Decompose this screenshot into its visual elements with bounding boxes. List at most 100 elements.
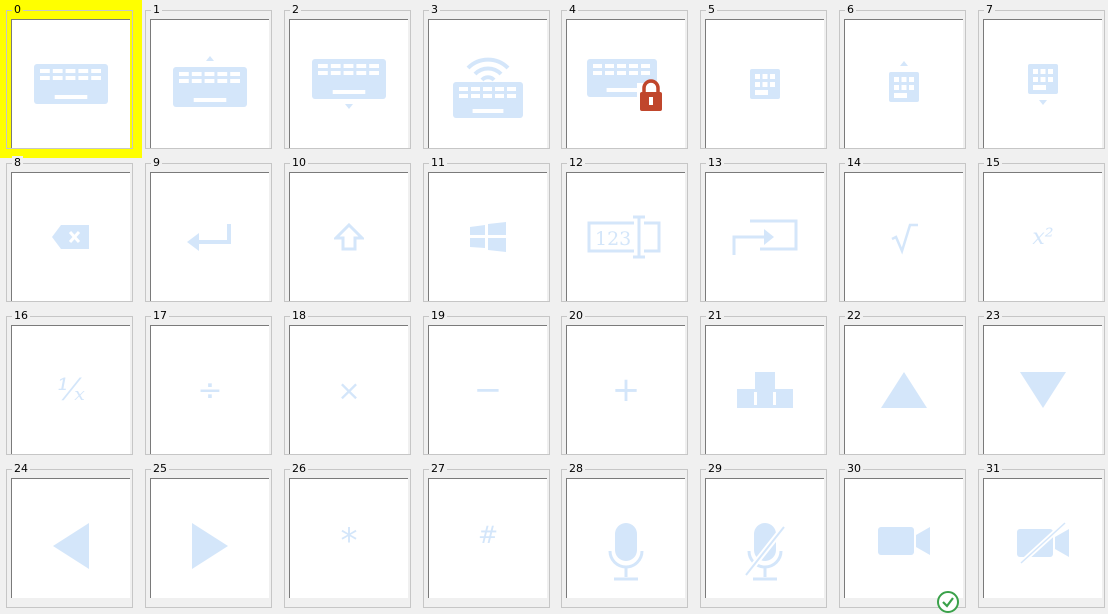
triangle-right-icon <box>190 521 230 571</box>
keypad-icon <box>745 64 785 104</box>
icon-cell[interactable]: 7 <box>972 0 1108 153</box>
icon-cell[interactable]: 5 <box>694 0 833 153</box>
icon-cell[interactable]: 29 <box>694 459 833 608</box>
cell-index-label: 15 <box>984 156 1002 169</box>
square-root-icon <box>884 217 924 257</box>
microphone-off-icon <box>742 521 788 583</box>
icon-cell[interactable]: 31 <box>972 459 1108 608</box>
icon-cell[interactable]: 14 <box>833 153 972 306</box>
icon-tile[interactable]: ÷ <box>150 325 269 454</box>
icon-tile[interactable] <box>983 478 1102 598</box>
icon-tile[interactable]: × <box>289 325 408 454</box>
cell-index-label: 13 <box>706 156 724 169</box>
icon-tile[interactable] <box>983 325 1102 454</box>
triangle-up-icon <box>879 370 929 410</box>
cell-index-label: 30 <box>845 462 863 475</box>
icon-tile[interactable] <box>11 478 130 598</box>
icon-grid: 0123 4 5678 9 10 11 12 123 13 14 15 x² 16 ¹⁄… <box>0 0 1108 613</box>
icon-cell[interactable]: 19 − <box>417 306 556 459</box>
icon-cell[interactable]: 10 <box>278 153 417 306</box>
cell-index-label: 22 <box>845 309 863 322</box>
keyboard-hide-icon <box>309 55 389 113</box>
icon-cell[interactable]: 26 * <box>278 459 417 608</box>
icon-tile[interactable] <box>844 172 963 301</box>
icon-tile[interactable]: x² <box>983 172 1102 301</box>
icon-cell[interactable]: 16 ¹⁄ₓ <box>0 306 139 459</box>
plus-glyph: + <box>611 370 641 410</box>
icon-cell[interactable]: 20 + <box>555 306 694 459</box>
cell-index-label: 6 <box>845 3 856 16</box>
icon-tile[interactable] <box>150 478 269 598</box>
icon-tile[interactable] <box>289 172 408 301</box>
icon-tile[interactable] <box>566 19 685 148</box>
icon-cell[interactable]: 22 <box>833 306 972 459</box>
cell-index-label: 16 <box>12 309 30 322</box>
icon-cell[interactable]: 12 123 <box>555 153 694 306</box>
cell-index-label: 31 <box>984 462 1002 475</box>
cell-index-label: 2 <box>290 3 301 16</box>
arrow-keys-icon <box>735 370 795 410</box>
icon-cell[interactable]: 13 <box>694 153 833 306</box>
icon-tile[interactable]: 123 <box>566 172 685 301</box>
icon-cell[interactable]: 15 x² <box>972 153 1108 306</box>
icon-cell[interactable]: 0 <box>0 0 142 158</box>
icon-cell[interactable]: 8 <box>0 153 139 306</box>
icon-cell[interactable]: 25 <box>139 459 278 608</box>
icon-cell[interactable]: 27 # <box>417 459 556 608</box>
hash-glyph: # <box>477 521 499 549</box>
icon-tile[interactable]: − <box>428 325 547 454</box>
icon-tile[interactable] <box>844 478 963 613</box>
multiply-glyph: × <box>337 373 361 407</box>
icon-tile[interactable] <box>428 172 547 301</box>
divide-icon: ÷ <box>197 373 222 408</box>
icon-tile[interactable] <box>844 19 963 148</box>
icon-tile[interactable] <box>705 325 824 454</box>
hash-icon: # <box>478 521 498 549</box>
checkmark-badge-icon <box>936 590 960 614</box>
icon-tile[interactable] <box>705 172 824 301</box>
icon-cell[interactable]: 21 <box>694 306 833 459</box>
square-icon: x² <box>1032 225 1053 250</box>
icon-tile[interactable] <box>428 19 547 148</box>
cell-index-label: 18 <box>290 309 308 322</box>
backspace-icon <box>51 223 91 251</box>
icon-tile[interactable] <box>983 19 1102 148</box>
cell-index-label: 9 <box>151 156 162 169</box>
icon-cell[interactable]: 11 <box>417 153 556 306</box>
icon-cell[interactable]: 9 <box>139 153 278 306</box>
icon-cell[interactable]: 17 ÷ <box>139 306 278 459</box>
icon-tile[interactable] <box>150 19 269 148</box>
plus-icon: + <box>612 370 641 410</box>
icon-tile[interactable] <box>705 19 824 148</box>
icon-tile[interactable] <box>150 172 269 301</box>
icon-cell[interactable]: 30 <box>833 459 972 613</box>
cell-index-label: 27 <box>429 462 447 475</box>
icon-cell[interactable]: 24 <box>0 459 139 608</box>
icon-tile[interactable] <box>11 19 130 148</box>
icon-tile[interactable] <box>566 478 685 598</box>
icon-tile[interactable]: + <box>566 325 685 454</box>
svg-text:123: 123 <box>595 228 631 250</box>
icon-tile[interactable]: ¹⁄ₓ <box>11 325 130 454</box>
icon-cell[interactable]: 18 × <box>278 306 417 459</box>
icon-cell[interactable]: 28 <box>555 459 694 608</box>
reciprocal-glyph: ¹⁄ₓ <box>57 372 85 408</box>
icon-tile[interactable] <box>705 478 824 598</box>
icon-tile[interactable]: # <box>428 478 547 598</box>
minus-icon: − <box>474 370 503 410</box>
cell-index-label: 29 <box>706 462 724 475</box>
icon-tile[interactable] <box>11 172 130 301</box>
cell-index-label: 8 <box>12 156 23 169</box>
icon-tile[interactable]: * <box>289 478 408 598</box>
enter-icon <box>185 222 235 252</box>
icon-cell[interactable]: 23 <box>972 306 1108 459</box>
asterisk-glyph: * <box>340 521 358 561</box>
icon-cell[interactable]: 6 <box>833 0 972 153</box>
icon-tile[interactable] <box>289 19 408 148</box>
icon-cell[interactable]: 3 <box>417 0 556 153</box>
icon-cell[interactable]: 4 <box>555 0 694 153</box>
cell-index-label: 10 <box>290 156 308 169</box>
icon-cell[interactable]: 1 <box>139 0 278 153</box>
icon-cell[interactable]: 2 <box>278 0 417 153</box>
icon-tile[interactable] <box>844 325 963 454</box>
